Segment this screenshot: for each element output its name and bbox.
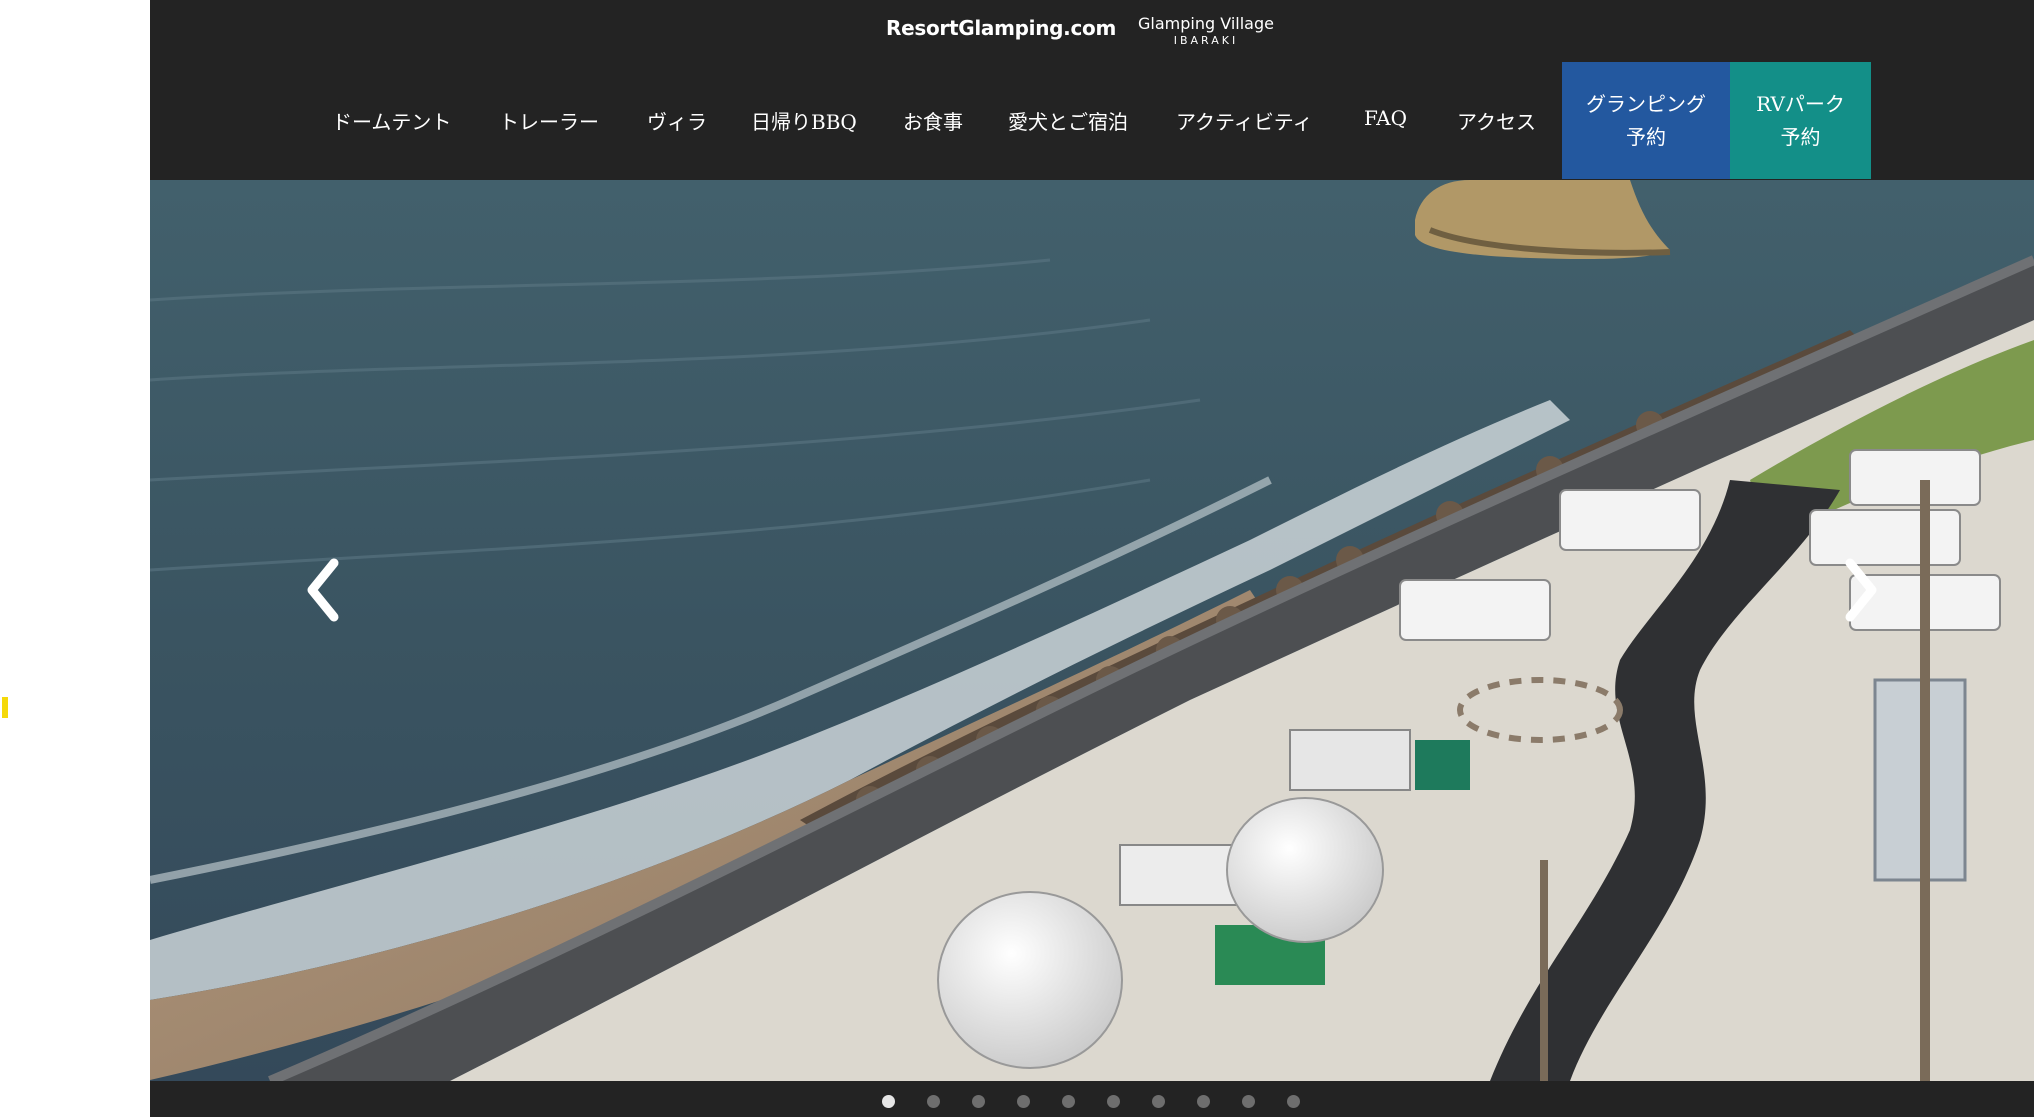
slider-next-button[interactable] [1834,555,1884,625]
glamping-booking-line2: 予約 [1626,124,1666,149]
slide-dot-6[interactable] [1107,1095,1120,1108]
rv-booking-line1: RVパーク [1756,91,1845,116]
nav-activities[interactable]: アクティビティ [1176,106,1313,135]
slide-dot-10[interactable] [1287,1095,1300,1108]
slide-dot-4[interactable] [1017,1095,1030,1108]
slide-dot-3[interactable] [972,1095,985,1108]
logo-subtitle: Glamping Village IBARAKI [1138,14,1274,47]
nav-access[interactable]: アクセス [1457,106,1536,135]
nav-dog-stay[interactable]: 愛犬とご宿泊 [1008,106,1128,135]
yellow-marker [2,697,8,718]
nav-faq[interactable]: FAQ [1364,106,1407,130]
chevron-right-icon [1845,558,1877,622]
glamping-booking-line1: グランピング [1586,91,1706,116]
site-container: ResortGlamping.com Glamping Village IBAR… [150,0,2034,1117]
logo-sub-line2: IBARAKI [1173,34,1239,47]
chevron-left-icon [307,558,339,622]
nav-trailer[interactable]: トレーラー [499,106,599,135]
slide-dot-1[interactable] [882,1095,895,1108]
slide-dot-8[interactable] [1197,1095,1210,1108]
glamping-booking-button[interactable]: グランピング 予約 [1562,62,1730,179]
logo-main-text: ResortGlamping.com [886,16,1117,40]
rv-park-booking-button[interactable]: RVパーク 予約 [1730,62,1871,179]
slide-dot-7[interactable] [1152,1095,1165,1108]
slider-pagination [150,1081,2034,1117]
slide-dot-9[interactable] [1242,1095,1255,1108]
slider-prev-button[interactable] [300,555,350,625]
nav-dome-tent[interactable]: ドームテント [332,106,451,135]
left-margin [0,0,150,1117]
nav-villa[interactable]: ヴィラ [647,106,707,135]
site-logo[interactable]: ResortGlamping.com Glamping Village IBAR… [886,14,1274,47]
hero-slide-image [150,180,2034,1081]
rv-booking-line2: 予約 [1780,124,1821,149]
slide-dot-2[interactable] [927,1095,940,1108]
slide-dot-5[interactable] [1062,1095,1075,1108]
logo-sub-line1: Glamping Village [1138,14,1274,33]
nav-day-bbq[interactable]: 日帰りBBQ [751,106,857,135]
nav-meals[interactable]: お食事 [903,106,963,135]
